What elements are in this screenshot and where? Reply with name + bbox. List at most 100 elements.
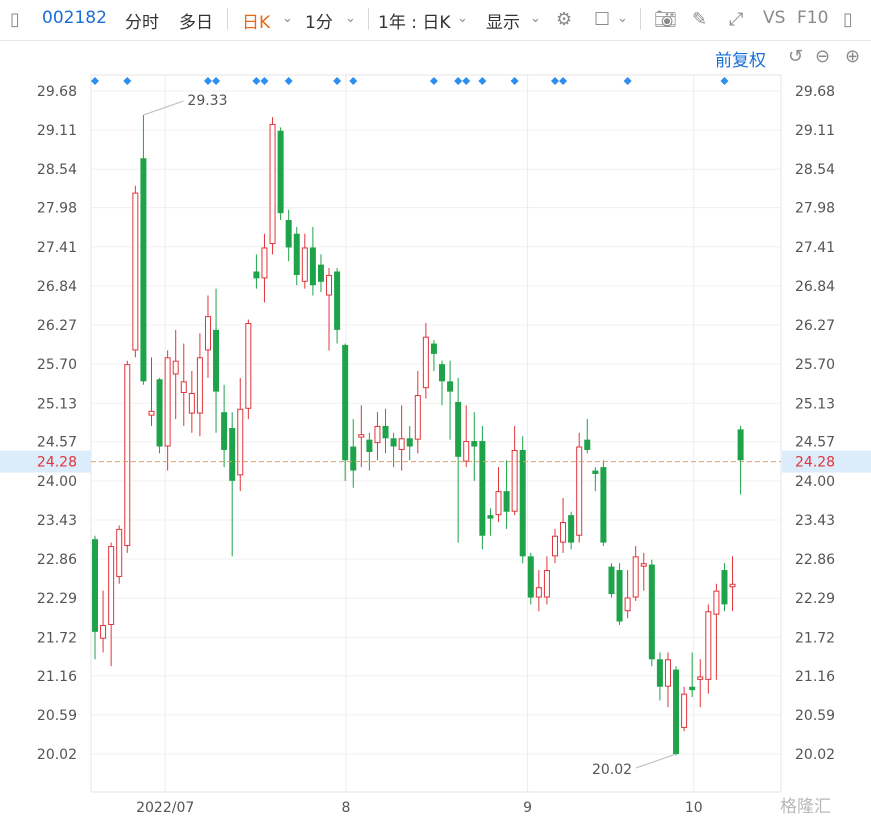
y-tick-label: 29.68 (795, 84, 835, 100)
candle (648, 559, 655, 667)
camera-icon[interactable]: 📷︎ (654, 9, 677, 30)
event-marker (623, 77, 632, 85)
candle-body (455, 401, 462, 457)
chevron-down-icon[interactable]: ⌄ (457, 11, 468, 26)
y-tick-label: 28.54 (795, 162, 835, 178)
candle-body (269, 123, 276, 245)
zoom-out-icon[interactable]: ⊖ (815, 46, 830, 67)
candle (471, 412, 478, 481)
y-tick-label: 27.98 (795, 201, 835, 217)
candlestick-chart[interactable]: 29.68 29.11 28.54 27.98 27.41 26.84 26.27 25.70… (0, 0, 871, 824)
candle (196, 333, 203, 437)
candle-body (366, 439, 373, 453)
candle (406, 425, 413, 461)
price-adjust-mode[interactable]: 前复权 (715, 46, 766, 71)
low-annotation-leader (635, 753, 677, 769)
x-tick-label: 2022/07 (136, 800, 194, 816)
y-tick-label: 24.00 (795, 474, 835, 490)
event-marker (550, 77, 559, 85)
settings-gear-icon[interactable]: ⚙ (556, 9, 572, 30)
high-annotation-label: 29.33 (187, 93, 227, 109)
fullscreen-icon[interactable]: ⤢ (729, 9, 743, 30)
candle-body (487, 515, 494, 519)
event-marker (349, 77, 358, 85)
candle-body (140, 158, 147, 382)
y-tick-label: 28.54 (37, 162, 77, 178)
candle-body (350, 446, 357, 471)
watermark-logo: 格隆汇 (780, 797, 831, 817)
event-marker (91, 77, 99, 85)
divider (368, 8, 369, 30)
candle (237, 377, 244, 492)
panel-toggle-icon[interactable]: ▯ (843, 9, 853, 30)
candle (455, 377, 462, 543)
y-tick-label: 22.86 (795, 552, 835, 568)
candle (374, 412, 381, 461)
candle (664, 652, 671, 708)
candle-body (495, 491, 502, 516)
y-tick-label: 21.72 (795, 630, 835, 646)
y-tick-label: 26.84 (795, 279, 835, 295)
x-axis: 2022/07 8 9 10 (136, 800, 703, 816)
candle-body (519, 449, 526, 557)
candle (317, 254, 324, 293)
candle (309, 226, 316, 296)
sidebar-toggle-icon[interactable]: ▯ (10, 9, 20, 30)
candle (535, 570, 542, 612)
chevron-down-icon[interactable]: ⌄ (617, 11, 628, 26)
candle-body (600, 467, 607, 543)
candle (100, 590, 107, 653)
event-markers (91, 77, 729, 85)
y-tick-label: 22.29 (795, 591, 835, 607)
chevron-down-icon[interactable]: ⌄ (282, 11, 293, 26)
candle-body (148, 410, 155, 416)
candle (221, 384, 228, 468)
candle-body (729, 583, 736, 588)
candle-body (527, 556, 534, 598)
candle-body (479, 441, 486, 536)
range-selector[interactable]: 1年 : 日K (378, 8, 451, 33)
candle (124, 360, 131, 553)
chevron-down-icon[interactable]: ⌄ (530, 11, 541, 26)
candle (245, 319, 252, 420)
y-axis-right: 29.68 29.11 28.54 27.98 27.41 26.84 26.27 25.70… (795, 84, 835, 763)
candle-body (124, 364, 131, 547)
y-tick-label: 25.70 (795, 357, 835, 373)
compare-vs-button[interactable]: VS (763, 8, 785, 28)
candle-body (632, 556, 639, 598)
candle (172, 329, 179, 420)
candle-body (414, 395, 421, 440)
event-marker (454, 77, 463, 85)
y-axis-left: 29.68 29.11 28.54 27.98 27.41 26.84 26.27 25.70… (37, 84, 77, 763)
candle (608, 563, 615, 598)
f10-button[interactable]: F10 (797, 8, 828, 28)
candle-body (277, 130, 284, 214)
indicator-box-icon[interactable]: ☐ (594, 9, 610, 30)
candle-body (261, 247, 268, 279)
candle-body (689, 686, 696, 691)
chevron-down-icon[interactable]: ⌄ (345, 11, 356, 26)
candle-body (656, 659, 663, 687)
pencil-icon[interactable]: ✎ (692, 9, 707, 30)
reference-price-label: 24.28 (37, 455, 77, 471)
candle (447, 360, 454, 440)
tab-1min[interactable]: 1分 (305, 8, 333, 33)
y-tick-label: 21.72 (37, 630, 77, 646)
candle-body (237, 408, 244, 476)
candle (204, 295, 211, 378)
candle-body (576, 446, 583, 536)
candle-body (196, 357, 203, 414)
display-menu[interactable]: 显示 (486, 8, 520, 33)
divider (640, 8, 641, 30)
tab-multiday[interactable]: 多日 (179, 8, 213, 33)
tab-intraday[interactable]: 分时 (125, 8, 159, 33)
y-tick-label: 22.86 (37, 552, 77, 568)
event-marker (478, 77, 487, 85)
stock-code[interactable]: 002182 (42, 8, 107, 28)
zoom-in-icon[interactable]: ⊕ (845, 46, 860, 67)
event-marker (559, 77, 568, 85)
tab-daily-k[interactable]: 日K (242, 8, 270, 33)
undo-icon[interactable]: ↺ (788, 46, 803, 67)
candle (592, 467, 599, 492)
candle (495, 467, 502, 523)
